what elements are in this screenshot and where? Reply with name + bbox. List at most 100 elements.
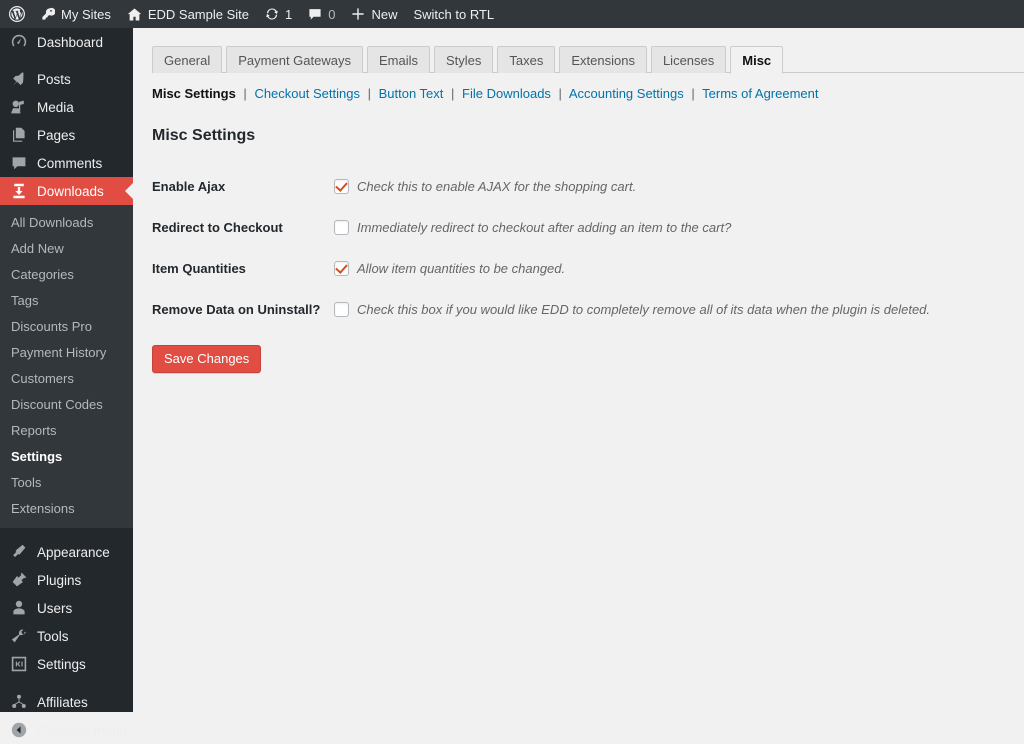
- collapse-menu-label: Collapse menu: [37, 722, 128, 738]
- submenu-item-settings[interactable]: Settings: [0, 444, 133, 470]
- sidebar-item-users[interactable]: Users: [0, 594, 133, 622]
- setting-label: Redirect to Checkout: [152, 219, 283, 235]
- sidebar-item-downloads[interactable]: Downloads: [0, 177, 133, 205]
- collapse-menu-button[interactable]: Collapse menu: [0, 716, 133, 744]
- setting-label: Enable Ajax: [152, 179, 226, 194]
- enable-ajax-checkbox[interactable]: [334, 179, 349, 194]
- pages-icon: [10, 127, 28, 143]
- users-icon: [10, 600, 28, 616]
- subnav-separator: |: [558, 86, 562, 101]
- settings-icon: [10, 656, 28, 672]
- sidebar-item-label: Dashboard: [37, 34, 104, 50]
- downloads-submenu: All Downloads Add New Categories Tags Di…: [0, 205, 133, 528]
- setting-description: Check this to enable AJAX for the shoppi…: [357, 179, 637, 194]
- sidebar-item-dashboard[interactable]: Dashboard: [0, 28, 133, 56]
- sidebar-item-comments[interactable]: Comments: [0, 149, 133, 177]
- setting-row-remove-data-on-uninstall: Remove Data on Uninstall? Check this box…: [152, 290, 930, 331]
- subnav-item-misc-settings[interactable]: Misc Settings: [152, 86, 236, 101]
- subnav-item-button-text[interactable]: Button Text: [379, 86, 444, 101]
- tab-licenses[interactable]: Licenses: [650, 46, 727, 73]
- adminbar-item-new[interactable]: New: [343, 0, 405, 28]
- sidebar-item-label: Media: [37, 99, 74, 115]
- sub-navigation: Misc Settings | Checkout Settings | Butt…: [152, 85, 1024, 103]
- submenu-item-categories[interactable]: Categories: [0, 262, 133, 288]
- subnav-item-accounting-settings[interactable]: Accounting Settings: [569, 86, 684, 101]
- sidebar-item-posts[interactable]: Posts: [0, 65, 133, 93]
- adminbar-item-switch-to-rtl[interactable]: Switch to RTL: [405, 0, 502, 28]
- sidebar-item-label: Downloads: [37, 183, 104, 199]
- tab-payment-gateways[interactable]: Payment Gateways: [226, 46, 363, 73]
- adminbar-item-my-sites[interactable]: My Sites: [33, 0, 119, 28]
- sidebar-item-pages[interactable]: Pages: [0, 121, 133, 149]
- comment-icon: [10, 155, 28, 171]
- remove-data-on-uninstall-checkbox[interactable]: [334, 301, 349, 317]
- sidebar-item-media[interactable]: Media: [0, 93, 133, 121]
- submenu-item-payment-history[interactable]: Payment History: [0, 340, 133, 366]
- tab-emails[interactable]: Emails: [366, 46, 430, 73]
- sidebar-item-label: Settings: [37, 656, 86, 672]
- page-title: Misc Settings: [152, 127, 256, 144]
- submenu-item-extensions[interactable]: Extensions: [0, 496, 133, 522]
- submenu-item-discounts-pro[interactable]: Discounts Pro: [0, 314, 133, 340]
- setting-description: Immediately redirect to checkout after a…: [357, 219, 732, 235]
- wp-logo-button[interactable]: [0, 0, 33, 28]
- menu-separator: [0, 528, 133, 538]
- setting-row-enable-ajax: Enable Ajax Check this to enable AJAX fo…: [152, 167, 930, 208]
- submenu-item-reports[interactable]: Reports: [0, 418, 133, 444]
- settings-tabs: General Payment Gateways Emails Styles T…: [152, 45, 1024, 74]
- subnav-separator: |: [367, 86, 371, 101]
- misc-settings-form: Enable Ajax Check this to enable AJAX fo…: [152, 167, 930, 331]
- save-changes-button[interactable]: Save Changes: [152, 344, 262, 373]
- tab-taxes[interactable]: Taxes: [497, 46, 556, 73]
- pin-icon: [10, 71, 28, 87]
- setting-label: Item Quantities: [152, 260, 246, 276]
- comment-icon: [308, 7, 322, 21]
- sidebar-item-settings[interactable]: Settings: [0, 650, 133, 678]
- submenu-item-discount-codes[interactable]: Discount Codes: [0, 392, 133, 418]
- adminbar-item-site-name[interactable]: EDD Sample Site: [119, 0, 257, 28]
- updates-icon: [265, 7, 279, 21]
- plus-icon: [351, 7, 365, 21]
- submenu-item-tools[interactable]: Tools: [0, 470, 133, 496]
- item-quantities-checkbox[interactable]: [334, 260, 349, 276]
- submenu-item-add-new[interactable]: Add New: [0, 236, 133, 262]
- subnav-item-file-downloads[interactable]: File Downloads: [462, 86, 551, 101]
- tab-styles[interactable]: Styles: [433, 46, 494, 73]
- submit-area: Save Changes: [152, 344, 1024, 373]
- sidebar-item-appearance[interactable]: Appearance: [0, 538, 133, 566]
- comments-count: 0: [328, 6, 336, 22]
- submenu-item-tags[interactable]: Tags: [0, 288, 133, 314]
- updates-count: 1: [285, 6, 293, 22]
- subnav-separator: |: [451, 86, 455, 101]
- admin-sidebar-menu: Dashboard Posts Media Pages Comments Dow…: [0, 28, 133, 738]
- adminbar-label: New: [371, 6, 398, 22]
- submenu-item-all-downloads[interactable]: All Downloads: [0, 210, 133, 236]
- subnav-item-terms-of-agreement[interactable]: Terms of Agreement: [702, 86, 818, 101]
- tab-misc[interactable]: Misc: [730, 46, 784, 74]
- redirect-to-checkout-checkbox[interactable]: [334, 219, 349, 235]
- adminbar-item-updates[interactable]: 1: [257, 0, 300, 28]
- tab-general[interactable]: General: [152, 46, 223, 73]
- setting-row-item-quantities: Item Quantities Allow item quantities to…: [152, 249, 930, 290]
- setting-row-redirect-to-checkout: Redirect to Checkout Immediately redirec…: [152, 208, 930, 249]
- sidebar-item-label: Comments: [37, 155, 103, 171]
- admin-bar: My Sites EDD Sample Site 1 0 New Switch …: [0, 0, 1024, 28]
- tools-icon: [10, 628, 28, 644]
- subnav-item-checkout-settings[interactable]: Checkout Settings: [254, 86, 360, 101]
- sidebar-item-label: Plugins: [37, 572, 82, 588]
- sidebar-item-label: Posts: [37, 71, 71, 87]
- adminbar-label: EDD Sample Site: [147, 6, 249, 22]
- key-icon: [41, 7, 55, 21]
- collapse-icon: [10, 722, 28, 738]
- subnav-separator: |: [691, 86, 695, 101]
- sidebar-item-plugins[interactable]: Plugins: [0, 566, 133, 594]
- home-icon: [127, 7, 142, 22]
- adminbar-item-comments[interactable]: 0: [300, 0, 343, 28]
- sidebar-item-label: Tools: [37, 628, 69, 644]
- tab-extensions[interactable]: Extensions: [559, 46, 647, 73]
- menu-separator: [0, 56, 133, 65]
- sidebar-item-tools[interactable]: Tools: [0, 622, 133, 650]
- subnav-separator: |: [243, 86, 247, 101]
- submenu-item-customers[interactable]: Customers: [0, 366, 133, 392]
- appearance-icon: [10, 544, 28, 560]
